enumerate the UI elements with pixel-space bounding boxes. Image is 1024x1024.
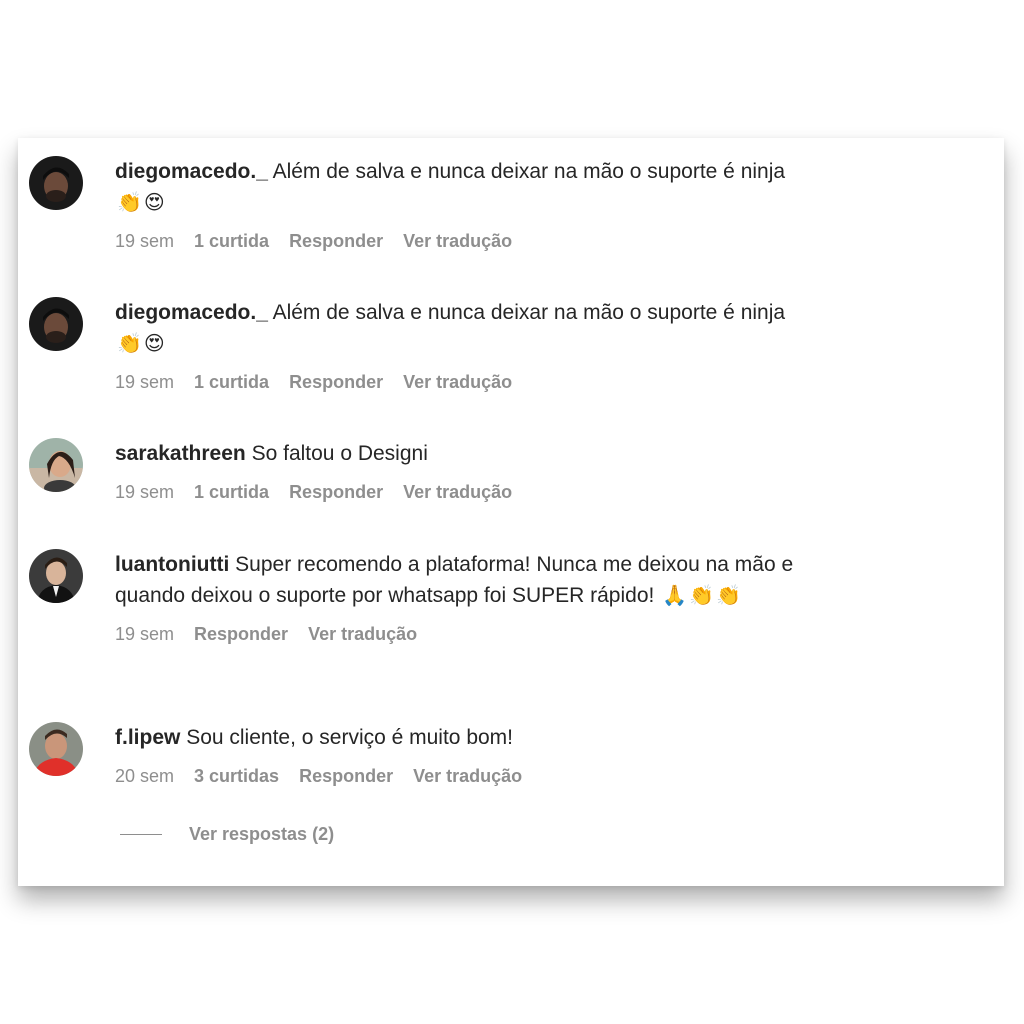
like-count[interactable]: 1 curtida bbox=[194, 482, 269, 503]
clapping-hands-emoji: 👏 bbox=[689, 583, 715, 607]
comment-meta: 19 sem 1 curtida Responder Ver tradução bbox=[115, 231, 795, 252]
reply-button[interactable]: Responder bbox=[194, 624, 288, 645]
reply-button[interactable]: Responder bbox=[289, 482, 383, 503]
comment-body: Sou cliente, o serviço é muito bom! bbox=[186, 726, 514, 749]
comment-username[interactable]: sarakathreen bbox=[115, 442, 246, 465]
comment-body: Além de salva e nunca deixar na mão o su… bbox=[272, 301, 786, 324]
heart-eyes-emoji: 😍 bbox=[143, 331, 165, 355]
translate-button[interactable]: Ver tradução bbox=[308, 624, 417, 645]
translate-button[interactable]: Ver tradução bbox=[403, 482, 512, 503]
translate-button[interactable]: Ver tradução bbox=[403, 231, 512, 252]
comment-body: So faltou o Designi bbox=[251, 442, 428, 465]
comment-username[interactable]: luantoniutti bbox=[115, 553, 229, 576]
clapping-hands-emoji: 👏 bbox=[117, 190, 142, 214]
comment-username[interactable]: diegomacedo._ bbox=[115, 160, 268, 183]
like-count[interactable]: 3 curtidas bbox=[194, 766, 279, 787]
comment-time[interactable]: 19 sem bbox=[115, 482, 174, 503]
comment-text: f.lipew Sou cliente, o serviço é muito b… bbox=[115, 722, 795, 753]
comment-text: diegomacedo._ Além de salva e nunca deix… bbox=[115, 297, 795, 359]
comment-text: luantoniutti Super recomendo a plataform… bbox=[115, 549, 795, 611]
comment-meta: 20 sem 3 curtidas Responder Ver tradução bbox=[115, 766, 795, 787]
heart-eyes-emoji: 😍 bbox=[143, 190, 165, 214]
avatar[interactable] bbox=[29, 438, 83, 492]
avatar[interactable] bbox=[29, 297, 83, 351]
comment-time[interactable]: 19 sem bbox=[115, 624, 174, 645]
like-count[interactable]: 1 curtida bbox=[194, 231, 269, 252]
comment-meta: 19 sem Responder Ver tradução bbox=[115, 624, 795, 645]
folded-hands-emoji: 🙏 bbox=[662, 583, 688, 607]
comment-time[interactable]: 19 sem bbox=[115, 231, 174, 252]
clapping-hands-emoji: 👏 bbox=[117, 331, 142, 355]
comment-time[interactable]: 20 sem bbox=[115, 766, 174, 787]
comments-panel: diegomacedo._ Além de salva e nunca deix… bbox=[18, 138, 1004, 886]
avatar[interactable] bbox=[29, 549, 83, 603]
like-count[interactable]: 1 curtida bbox=[194, 372, 269, 393]
view-replies-label: Ver respostas (2) bbox=[189, 824, 335, 844]
clapping-hands-emoji: 👏 bbox=[716, 583, 741, 607]
reply-button[interactable]: Responder bbox=[299, 766, 393, 787]
reply-button[interactable]: Responder bbox=[289, 231, 383, 252]
comment-username[interactable]: diegomacedo._ bbox=[115, 301, 268, 324]
view-replies-button[interactable]: Ver respostas (2) bbox=[120, 824, 334, 845]
comment-meta: 19 sem 1 curtida Responder Ver tradução bbox=[115, 482, 795, 503]
translate-button[interactable]: Ver tradução bbox=[413, 766, 522, 787]
avatar[interactable] bbox=[29, 722, 83, 776]
comment-text: diegomacedo._ Além de salva e nunca deix… bbox=[115, 156, 795, 218]
comment-body: Além de salva e nunca deixar na mão o su… bbox=[272, 160, 786, 183]
replies-divider-line bbox=[120, 834, 162, 835]
comment-time[interactable]: 19 sem bbox=[115, 372, 174, 393]
comment-username[interactable]: f.lipew bbox=[115, 726, 180, 749]
translate-button[interactable]: Ver tradução bbox=[403, 372, 512, 393]
avatar[interactable] bbox=[29, 156, 83, 210]
reply-button[interactable]: Responder bbox=[289, 372, 383, 393]
comment-meta: 19 sem 1 curtida Responder Ver tradução bbox=[115, 372, 795, 393]
comment-text: sarakathreen So faltou o Designi bbox=[115, 438, 795, 469]
